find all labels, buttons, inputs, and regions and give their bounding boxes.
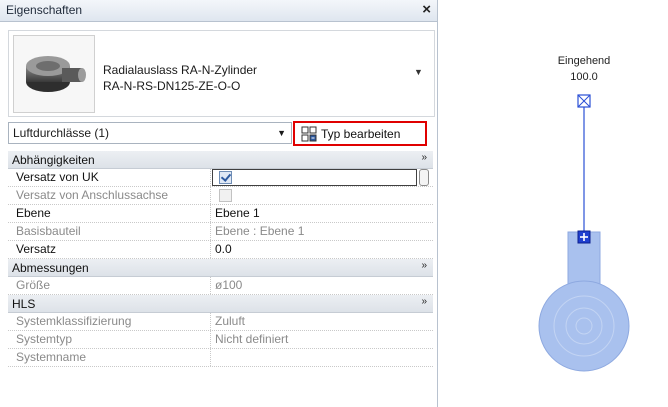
edit-type-button[interactable]: Typ bearbeiten	[293, 121, 427, 146]
property-value: ø100	[215, 278, 243, 292]
chevron-down-icon[interactable]: ▼	[277, 128, 286, 138]
properties-panel: Eigenschaften × Radialauslass RA-N-Zylin…	[0, 0, 438, 407]
property-checkbox	[219, 189, 232, 202]
property-row-system-name[interactable]: Systemname	[8, 349, 433, 367]
group-label: Abmessungen	[12, 261, 89, 275]
property-name: Ebene	[8, 205, 211, 222]
group-label: HLS	[12, 297, 36, 311]
type-name: Radialauslass RA-N-Zylinder RA-N-RS-DN12…	[103, 62, 257, 94]
property-value-field[interactable]	[212, 169, 417, 186]
collapse-icon[interactable]: »	[421, 260, 427, 271]
collapse-icon[interactable]: »	[421, 296, 427, 307]
property-row-offset[interactable]: Versatz 0.0	[8, 241, 433, 259]
group-label: Abhängigkeiten	[12, 153, 95, 167]
air-terminal-symbol[interactable]	[438, 0, 668, 407]
properties-grid: Abhängigkeiten » Versatz von UK Versatz …	[8, 151, 433, 367]
properties-titlebar[interactable]: Eigenschaften ×	[0, 0, 437, 22]
property-value[interactable]: Ebene 1	[215, 205, 260, 222]
property-value: Ebene : Ebene 1	[215, 224, 305, 238]
group-constraints[interactable]: Abhängigkeiten »	[8, 151, 433, 169]
close-icon[interactable]: ×	[422, 1, 431, 18]
group-dimensions[interactable]: Abmessungen »	[8, 259, 433, 277]
instance-filter-select[interactable]: Luftdurchlässe (1) ▼	[8, 122, 292, 144]
group-mep[interactable]: HLS »	[8, 295, 433, 313]
property-name: Systemklassifizierung	[8, 313, 211, 330]
type-family-name: Radialauslass RA-N-Zylinder	[103, 63, 258, 77]
property-value: Nicht definiert	[215, 332, 289, 346]
type-selector[interactable]: Radialauslass RA-N-Zylinder RA-N-RS-DN12…	[8, 30, 435, 117]
property-checkbox[interactable]	[219, 171, 232, 184]
property-name: Versatz	[8, 241, 211, 258]
type-variant-name: RA-N-RS-DN125-ZE-O-O	[103, 79, 241, 93]
property-name: Systemtyp	[8, 331, 211, 348]
air-terminal-thumbnail-icon	[26, 56, 86, 92]
edit-type-label: Typ bearbeiten	[321, 127, 401, 141]
property-name: Größe	[8, 277, 211, 294]
panel-title: Eigenschaften	[6, 3, 83, 17]
property-row-level[interactable]: Ebene Ebene 1	[8, 205, 433, 223]
value-edit-button[interactable]	[419, 169, 429, 186]
instance-filter-label: Luftdurchlässe (1)	[13, 126, 110, 140]
air-terminal-body[interactable]	[538, 231, 630, 372]
property-value: Zuluft	[215, 314, 246, 328]
collapse-icon[interactable]: »	[421, 152, 427, 163]
property-name: Versatz von Anschlussachse	[8, 187, 211, 204]
property-name: Versatz von UK	[8, 169, 211, 186]
insertion-point-icon[interactable]	[577, 230, 591, 244]
property-name: Systemname	[8, 349, 211, 366]
family-thumbnail	[13, 35, 95, 113]
property-row-size[interactable]: Größe ø100	[8, 277, 433, 295]
drawing-canvas[interactable]: Eingehend 100.0	[438, 0, 668, 407]
chevron-down-icon[interactable]: ▼	[414, 67, 423, 77]
connector-icon[interactable]	[577, 94, 591, 108]
property-row-host[interactable]: Basisbauteil Ebene : Ebene 1	[8, 223, 433, 241]
property-row-offset-from-host[interactable]: Versatz von UK	[8, 169, 433, 187]
edit-type-icon	[301, 126, 317, 142]
property-row-system-classification[interactable]: Systemklassifizierung Zuluft	[8, 313, 433, 331]
property-value[interactable]: 0.0	[215, 241, 232, 258]
property-name: Basisbauteil	[8, 223, 211, 240]
property-row-offset-from-axis[interactable]: Versatz von Anschlussachse	[8, 187, 433, 205]
selector-row: Luftdurchlässe (1) ▼ Typ bearbeiten	[8, 121, 433, 146]
property-row-system-type[interactable]: Systemtyp Nicht definiert	[8, 331, 433, 349]
